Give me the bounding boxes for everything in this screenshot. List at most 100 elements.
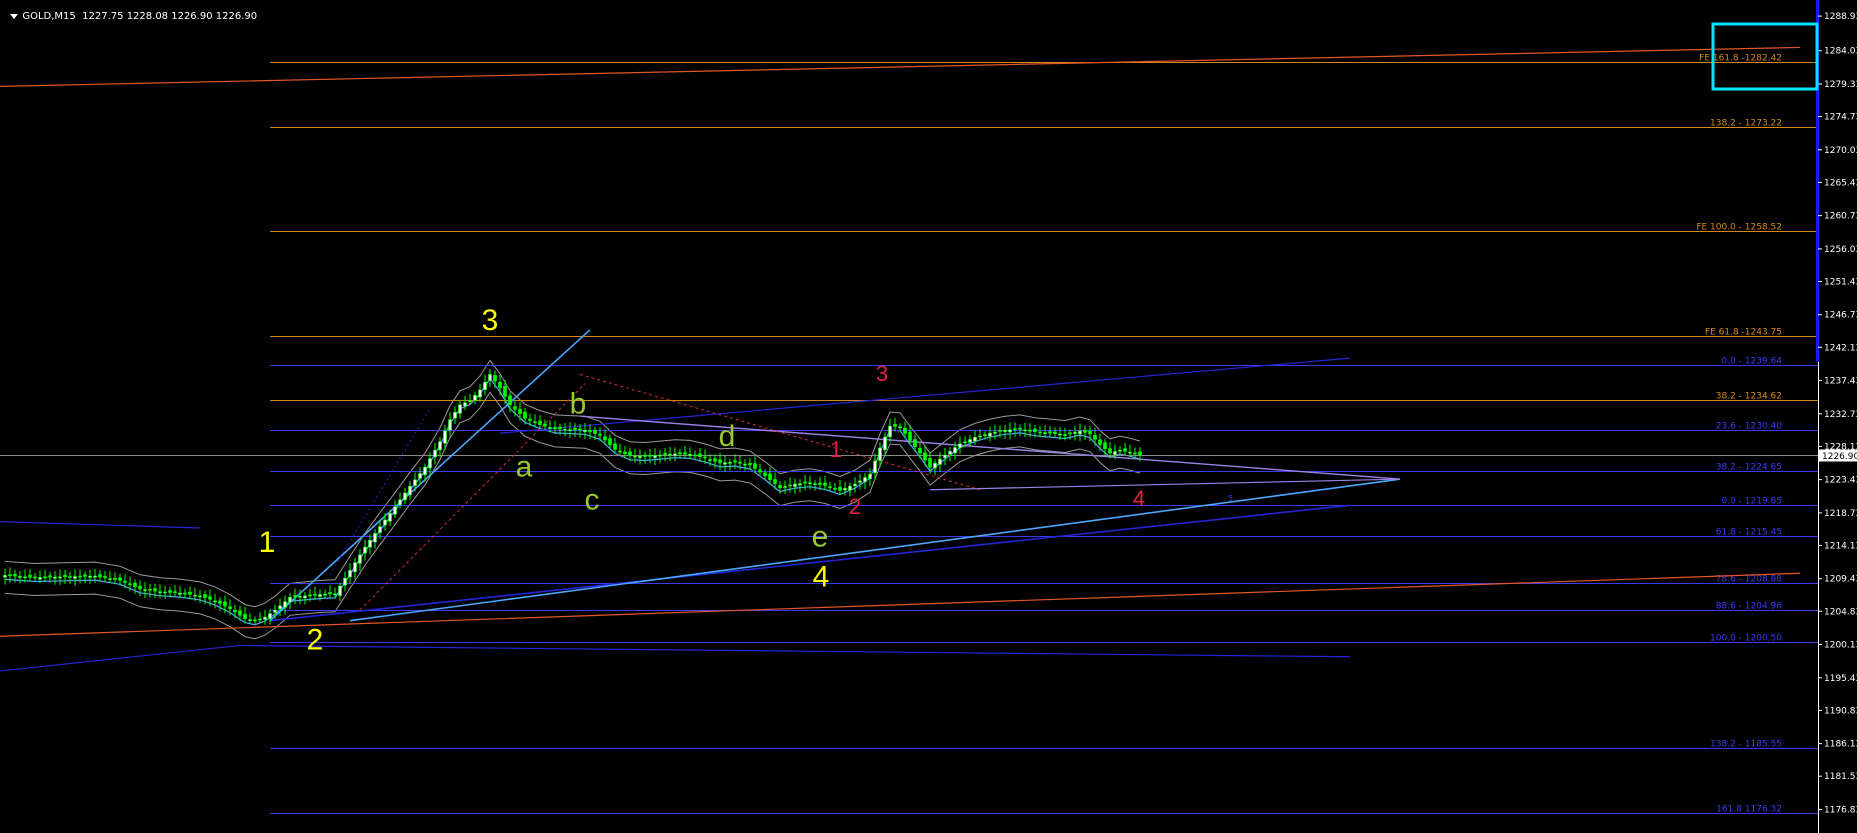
candle-body-207 [1038, 431, 1042, 434]
candle-body-203 [1018, 427, 1022, 430]
candle-body-190 [953, 447, 957, 454]
candle-body-13 [68, 576, 72, 578]
y-tick-label-1: 1284.03 [1824, 47, 1857, 57]
wave-label-0: 3 [482, 304, 499, 337]
y-tick-label-24: 1176.83 [1824, 805, 1857, 815]
candle-body-55 [278, 605, 282, 610]
wave-label-5: a [516, 450, 533, 483]
y-tick-label-3: 1274.73 [1824, 113, 1857, 123]
candle-body-124 [623, 451, 627, 454]
wave-label-10: 1 [830, 437, 842, 462]
candle-body-173 [868, 473, 872, 479]
candle-body-82 [413, 479, 417, 486]
candle-body-45 [228, 606, 232, 609]
candle-body-184 [923, 452, 927, 461]
candle-body-58 [293, 595, 297, 598]
candle-body-114 [573, 427, 577, 431]
price-chart[interactable]: FE 161.8 -1282.42138.2 - 1273.22FE 100.0… [0, 0, 1857, 833]
y-tick-label-16: 1214.13 [1824, 541, 1857, 551]
candle-body-143 [718, 459, 722, 464]
candle-body-84 [423, 466, 427, 476]
y-tick-label-22: 1186.13 [1824, 740, 1857, 750]
candle-body-76 [383, 519, 387, 526]
candle-body-139 [698, 453, 702, 458]
candle-body-72 [363, 546, 367, 554]
candle-body-176 [883, 436, 887, 451]
candle-body-178 [893, 424, 897, 427]
candle-body-136 [683, 452, 687, 455]
candle-body-64 [323, 593, 327, 596]
candle-body-85 [428, 458, 432, 469]
wave-label-7: d [719, 420, 736, 453]
candle-body-191 [958, 443, 962, 448]
candle-body-1 [8, 574, 12, 577]
chevron-down-icon[interactable] [10, 13, 19, 19]
candle-body-218 [1093, 434, 1097, 440]
candle-body-33 [168, 590, 172, 593]
candle-body-212 [1063, 434, 1067, 436]
candle-body-38 [193, 594, 197, 597]
candle-body-195 [978, 435, 982, 438]
candle-body-49 [248, 619, 252, 621]
candle-body-40 [203, 594, 207, 598]
candle-body-95 [478, 389, 482, 398]
candle-body-116 [583, 430, 587, 433]
candle-body-181 [908, 431, 912, 441]
candle-body-65 [328, 592, 332, 595]
candle-body-213 [1068, 432, 1072, 435]
candle-body-149 [748, 462, 752, 466]
candle-body-170 [853, 483, 857, 487]
candle-body-152 [763, 472, 767, 476]
candle-body-174 [873, 460, 877, 473]
candle-body-123 [618, 450, 622, 453]
candle-body-186 [933, 462, 937, 469]
y-tick-label-10: 1242.13 [1824, 343, 1857, 353]
y-tick-label-19: 1200.13 [1824, 641, 1857, 651]
candle-body-209 [1048, 431, 1052, 434]
candle-body-18 [93, 575, 97, 578]
chart-symbol: GOLD,M15 [22, 11, 76, 22]
candle-body-87 [438, 441, 442, 451]
candle-body-23 [118, 577, 122, 581]
candle-body-224 [1123, 448, 1127, 452]
candle-body-117 [588, 430, 592, 433]
candle-body-129 [648, 455, 652, 457]
candle-body-122 [613, 443, 617, 450]
candle-body-108 [543, 423, 547, 427]
candle-body-146 [733, 460, 737, 463]
level-label-9: 61.8 - 1215.45 [1716, 528, 1782, 538]
candle-body-57 [288, 597, 292, 603]
candle-body-128 [643, 454, 647, 457]
y-tick-label-21: 1190.83 [1824, 706, 1857, 716]
candle-body-94 [473, 394, 477, 401]
candle-body-30 [153, 588, 157, 592]
candle-body-201 [1008, 429, 1012, 433]
candle-body-48 [243, 613, 247, 619]
y-tick-label-2: 1279.33 [1824, 80, 1857, 90]
candle-body-105 [528, 418, 532, 421]
level-label-2: FE 100.0 - 1258.52 [1696, 223, 1782, 233]
candle-body-165 [828, 486, 832, 488]
candle-body-109 [548, 427, 552, 429]
candle-body-161 [808, 482, 812, 484]
level-label-13: 138.2 - 1185.55 [1710, 740, 1782, 750]
candle-body-182 [913, 439, 917, 447]
candle-body-111 [558, 426, 562, 430]
candle-body-17 [88, 575, 92, 578]
candle-body-41 [208, 596, 212, 600]
level-label-5: 0.0 - 1239.64 [1722, 357, 1783, 367]
candle-body-104 [523, 411, 527, 419]
candle-body-193 [968, 439, 972, 443]
level-label-1: 138.2 - 1273.22 [1710, 119, 1782, 129]
candle-body-98 [493, 375, 497, 382]
candle-body-168 [843, 488, 847, 491]
y-tick-label-7: 1256.03 [1824, 245, 1857, 255]
y-tick-label-4: 1270.03 [1824, 146, 1857, 156]
candle-body-171 [858, 480, 862, 483]
y-tick-label-11: 1237.43 [1824, 377, 1857, 387]
candle-body-192 [963, 441, 967, 443]
candle-body-211 [1058, 433, 1062, 436]
candle-body-25 [128, 583, 132, 585]
candle-body-31 [158, 591, 162, 593]
candle-body-208 [1043, 432, 1047, 435]
